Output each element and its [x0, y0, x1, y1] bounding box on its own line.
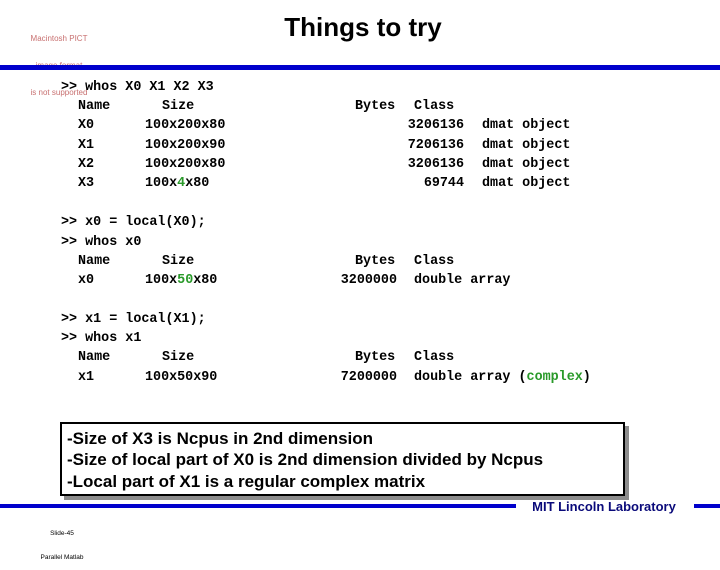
command-line: >> whos x1 — [61, 331, 142, 346]
var-bytes: 3206136 — [407, 157, 464, 172]
note-line: -Size of local part of X0 is 2nd dimensi… — [67, 450, 544, 469]
var-name: X1 — [78, 138, 95, 153]
var-size: 100x200x90 — [145, 138, 226, 153]
column-header-class: Class — [414, 99, 455, 114]
column-header-class: Class — [414, 254, 455, 269]
var-class: dmat object — [482, 176, 571, 191]
slide-title: Things to try — [284, 12, 442, 42]
column-header-size: Size — [162, 254, 195, 269]
var-name: x1 — [78, 370, 95, 385]
var-size: 100x50x80 — [145, 273, 218, 288]
var-class: double array — [414, 273, 511, 288]
var-bytes: 69744 — [423, 176, 464, 191]
var-bytes: 7206136 — [407, 138, 464, 153]
command-line: >> x0 = local(X0); — [61, 215, 206, 230]
command-line: >> whos x0 — [61, 235, 142, 250]
notes-callout: -Size of X3 is Ncpus in 2nd dimension -S… — [60, 422, 625, 496]
var-bytes: 3200000 — [340, 273, 397, 288]
column-header-name: Name — [78, 350, 111, 365]
var-name: X0 — [78, 118, 95, 133]
var-name: X3 — [78, 176, 95, 191]
column-header-bytes: Bytes — [355, 99, 396, 114]
column-header-name: Name — [78, 254, 111, 269]
header-divider — [0, 65, 720, 70]
organization-logo-text: MIT Lincoln Laboratory — [532, 499, 676, 514]
slide-number: Slide-45 — [50, 530, 74, 537]
column-header-bytes: Bytes — [355, 254, 396, 269]
var-size: 100x200x80 — [145, 157, 226, 172]
placeholder-line: Macintosh PICT — [30, 34, 88, 43]
var-class: dmat object — [482, 118, 571, 133]
column-header-size: Size — [162, 99, 195, 114]
var-name: x0 — [78, 273, 95, 288]
var-class: dmat object — [482, 138, 571, 153]
var-class: dmat object — [482, 157, 571, 172]
footer-divider-right — [694, 504, 720, 508]
var-name: X2 — [78, 157, 95, 172]
column-header-name: Name — [78, 99, 111, 114]
column-header-bytes: Bytes — [355, 350, 396, 365]
var-class: double array (complex) — [414, 370, 591, 385]
footer-divider-left — [0, 504, 516, 508]
note-line: -Size of X3 is Ncpus in 2nd dimension — [67, 429, 374, 448]
command-line: >> x1 = local(X1); — [61, 312, 206, 327]
var-size: 100x4x80 — [145, 176, 210, 191]
deck-name: Parallel Matlab — [40, 554, 84, 561]
var-size: 100x50x90 — [145, 370, 218, 385]
var-bytes: 3206136 — [407, 118, 464, 133]
column-header-size: Size — [162, 350, 195, 365]
var-bytes: 7200000 — [340, 370, 397, 385]
command-line: >> whos X0 X1 X2 X3 — [61, 80, 214, 95]
slide-footer: Slide-45 Parallel Matlab — [32, 514, 92, 570]
column-header-class: Class — [414, 350, 455, 365]
var-size: 100x200x80 — [145, 118, 226, 133]
note-line: -Local part of X1 is a regular complex m… — [67, 472, 426, 491]
